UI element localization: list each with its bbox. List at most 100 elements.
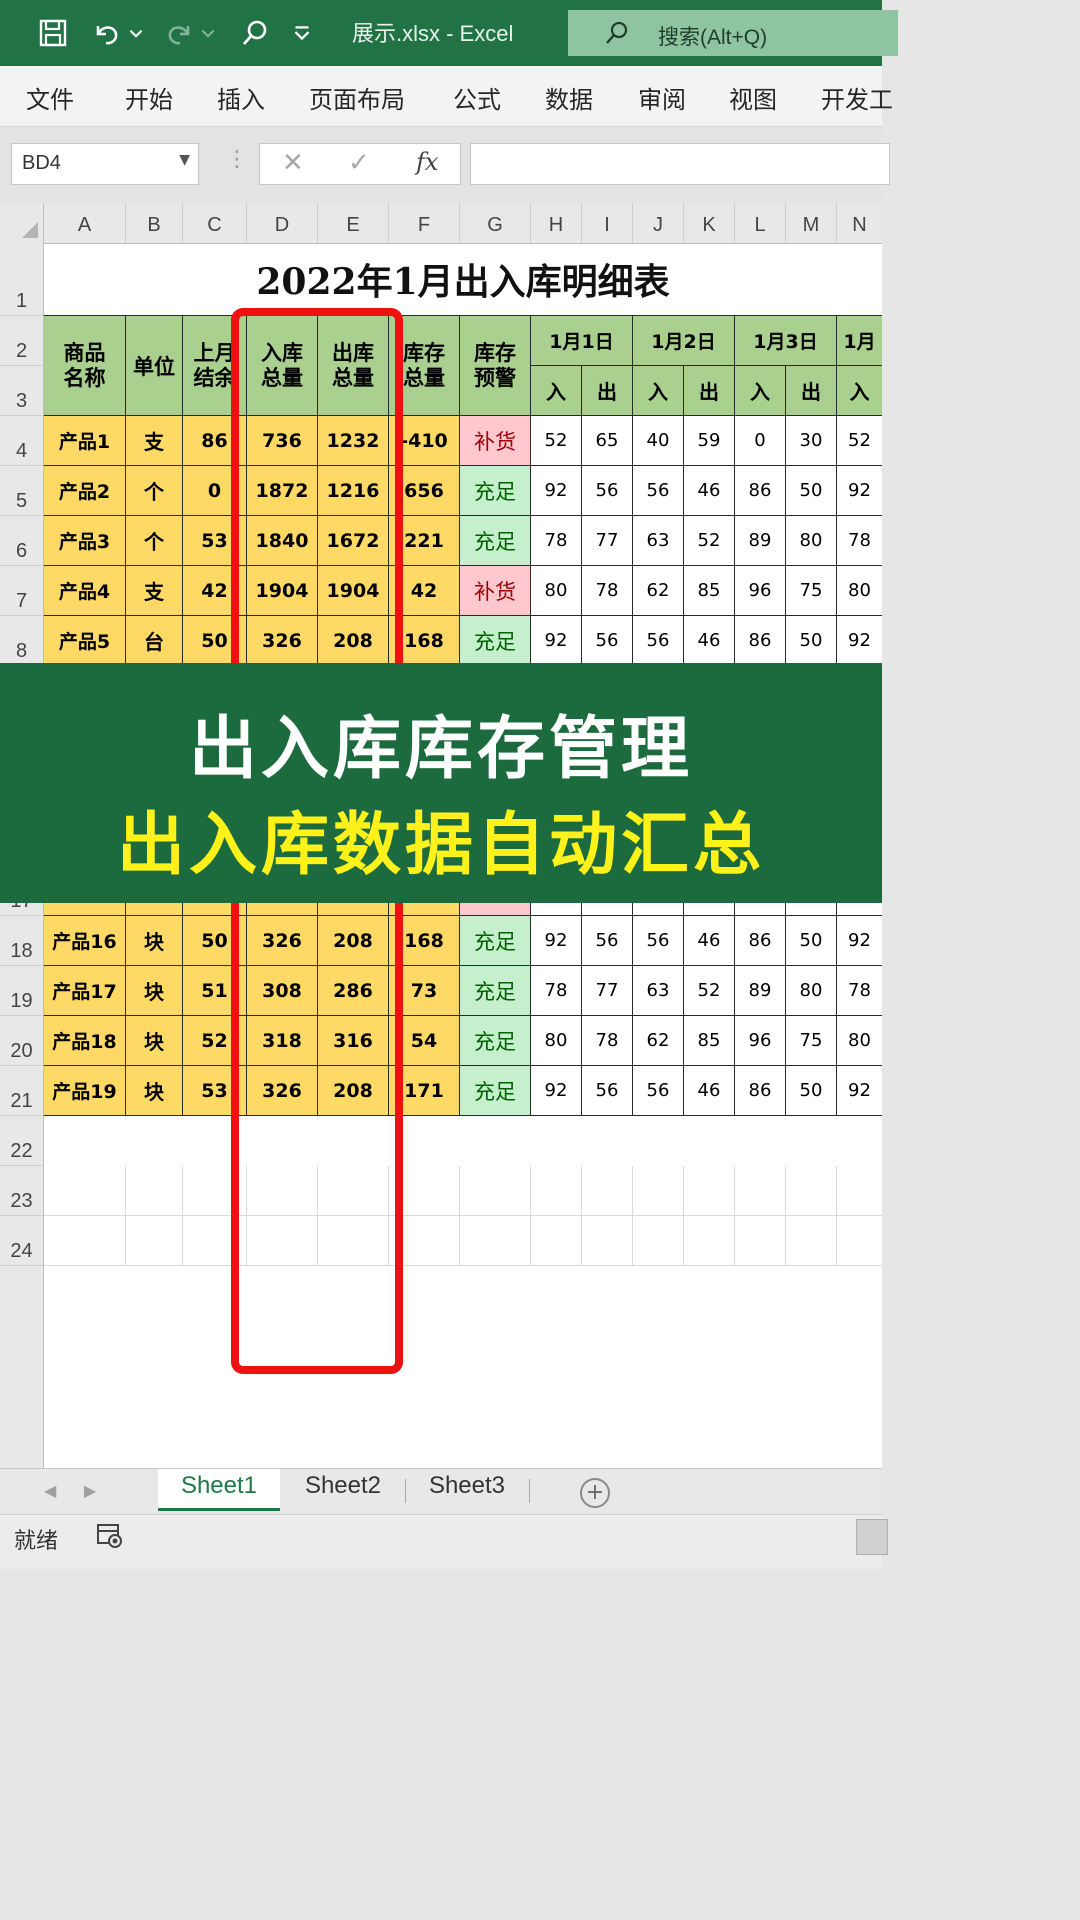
daily-value-cell[interactable]: 92	[531, 1066, 582, 1116]
daily-value-cell[interactable]: 52	[684, 966, 735, 1016]
daily-value-cell[interactable]: 86	[735, 466, 786, 516]
daily-value-cell[interactable]: 62	[633, 566, 684, 616]
stock-warning-cell[interactable]: 充足	[460, 916, 531, 966]
daily-value-cell[interactable]: 80	[786, 516, 837, 566]
daily-value-cell[interactable]: 50	[786, 1066, 837, 1116]
daily-value-cell[interactable]: 89	[735, 516, 786, 566]
undo-dropdown-icon[interactable]	[124, 14, 148, 52]
header-stock-warning[interactable]: 库存 预警	[460, 316, 531, 416]
column-header[interactable]: B	[126, 203, 183, 243]
scroll-right-icon[interactable]: ▶	[84, 1481, 96, 1500]
header-in[interactable]: 入	[837, 366, 882, 416]
column-header[interactable]: N	[837, 203, 882, 243]
daily-value-cell[interactable]: 78	[531, 516, 582, 566]
tab-file[interactable]: 文件	[26, 80, 74, 115]
column-header[interactable]: M	[786, 203, 837, 243]
table-title[interactable]: 2022年1月出入库明细表	[44, 243, 882, 316]
daily-value-cell[interactable]: 85	[684, 1016, 735, 1066]
search-box[interactable]: 搜索(Alt+Q)	[568, 10, 898, 56]
scroll-left-icon[interactable]: ◀	[44, 1481, 56, 1500]
name-box[interactable]: BD4 ▼	[11, 143, 199, 185]
column-header[interactable]: K	[684, 203, 735, 243]
unit-cell[interactable]: 支	[126, 566, 183, 616]
empty-cell[interactable]	[786, 1166, 837, 1216]
out-total-cell[interactable]: 316	[318, 1016, 389, 1066]
daily-value-cell[interactable]: 86	[735, 1066, 786, 1116]
in-total-cell[interactable]: 326	[247, 616, 318, 666]
stock-warning-cell[interactable]: 充足	[460, 466, 531, 516]
column-header[interactable]: H	[531, 203, 582, 243]
product-name-cell[interactable]: 产品4	[44, 566, 126, 616]
select-all-button[interactable]	[0, 203, 44, 243]
view-mode-button[interactable]	[856, 1519, 888, 1555]
last-month-cell[interactable]: 53	[183, 1066, 247, 1116]
daily-value-cell[interactable]: 46	[684, 1066, 735, 1116]
empty-cell[interactable]	[44, 1166, 126, 1216]
row-header[interactable]: 8	[0, 616, 43, 666]
daily-value-cell[interactable]: 40	[633, 416, 684, 466]
daily-value-cell[interactable]: 80	[786, 966, 837, 1016]
row-header[interactable]: 2	[0, 316, 43, 366]
tab-view[interactable]: 视图	[729, 80, 777, 115]
product-name-cell[interactable]: 产品5	[44, 616, 126, 666]
empty-cell[interactable]	[389, 1166, 460, 1216]
tab-formulas[interactable]: 公式	[453, 80, 501, 115]
daily-value-cell[interactable]: 56	[633, 916, 684, 966]
daily-value-cell[interactable]: 52	[531, 416, 582, 466]
daily-value-cell[interactable]: 46	[684, 466, 735, 516]
daily-value-cell[interactable]: 86	[735, 616, 786, 666]
unit-cell[interactable]: 块	[126, 1016, 183, 1066]
daily-value-cell[interactable]: 56	[633, 466, 684, 516]
out-total-cell[interactable]: 208	[318, 616, 389, 666]
empty-cell[interactable]	[318, 1166, 389, 1216]
column-header[interactable]: G	[460, 203, 531, 243]
sheet-tab-3[interactable]: Sheet3	[406, 1469, 528, 1511]
last-month-cell[interactable]: 50	[183, 916, 247, 966]
empty-cell[interactable]	[44, 1216, 126, 1266]
row-header[interactable]: 5	[0, 466, 43, 516]
empty-cell[interactable]	[247, 1216, 318, 1266]
daily-value-cell[interactable]: 46	[684, 616, 735, 666]
in-total-cell[interactable]: 326	[247, 916, 318, 966]
daily-value-cell[interactable]: 80	[531, 566, 582, 616]
empty-cell[interactable]	[684, 1216, 735, 1266]
row-header[interactable]: 18	[0, 916, 43, 966]
out-total-cell[interactable]: 1672	[318, 516, 389, 566]
daily-value-cell[interactable]: 78	[531, 966, 582, 1016]
header-product-name[interactable]: 商品 名称	[44, 316, 126, 416]
daily-value-cell[interactable]: 75	[786, 566, 837, 616]
empty-cell[interactable]	[633, 1216, 684, 1266]
empty-cell[interactable]	[531, 1166, 582, 1216]
sheet-tab-2[interactable]: Sheet2	[282, 1469, 404, 1511]
stock-warning-cell[interactable]: 充足	[460, 966, 531, 1016]
daily-value-cell[interactable]: 50	[786, 616, 837, 666]
daily-value-cell[interactable]: 80	[837, 1016, 882, 1066]
last-month-cell[interactable]: 86	[183, 416, 247, 466]
last-month-cell[interactable]: 42	[183, 566, 247, 616]
in-total-cell[interactable]: 736	[247, 416, 318, 466]
daily-value-cell[interactable]: 77	[582, 966, 633, 1016]
unit-cell[interactable]: 台	[126, 616, 183, 666]
empty-cell[interactable]	[183, 1216, 247, 1266]
tab-review[interactable]: 审阅	[638, 80, 686, 115]
add-sheet-icon[interactable]: +	[580, 1478, 610, 1508]
header-out-total[interactable]: 出库 总量	[318, 316, 389, 416]
daily-value-cell[interactable]: 50	[786, 916, 837, 966]
header-in[interactable]: 入	[735, 366, 786, 416]
daily-value-cell[interactable]: 52	[684, 516, 735, 566]
unit-cell[interactable]: 块	[126, 916, 183, 966]
sheet-tab-1[interactable]: Sheet1	[158, 1469, 280, 1511]
stock-warning-cell[interactable]: 充足	[460, 1016, 531, 1066]
column-header[interactable]: J	[633, 203, 684, 243]
daily-value-cell[interactable]: 63	[633, 966, 684, 1016]
column-header[interactable]: C	[183, 203, 247, 243]
daily-value-cell[interactable]: 85	[684, 566, 735, 616]
out-total-cell[interactable]: 1216	[318, 466, 389, 516]
daily-value-cell[interactable]: 65	[582, 416, 633, 466]
formula-input[interactable]	[470, 143, 890, 185]
stock-total-cell[interactable]: -410	[389, 416, 460, 466]
enter-icon[interactable]: ✓	[348, 148, 370, 178]
daily-value-cell[interactable]: 56	[633, 1066, 684, 1116]
daily-value-cell[interactable]: 96	[735, 1016, 786, 1066]
insert-function-icon[interactable]: fx	[416, 148, 438, 176]
